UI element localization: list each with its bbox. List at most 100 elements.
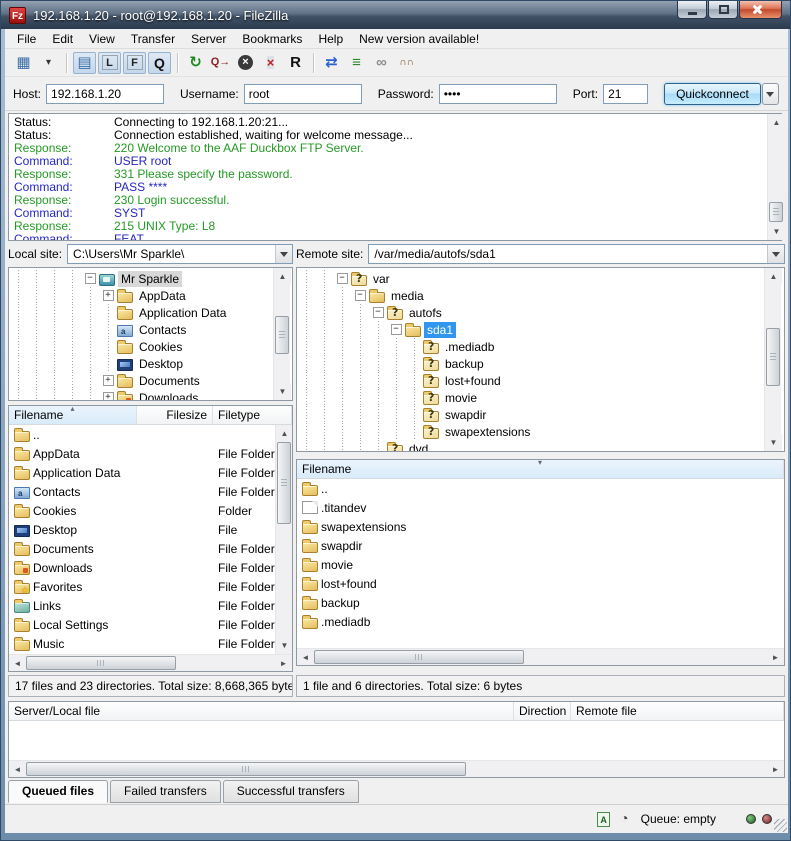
tree-item-mr-sparkle[interactable]: −Mr Sparkle [9,270,292,287]
scroll-up-icon[interactable]: ▲ [274,268,291,285]
file-row-music[interactable]: MusicFile Folder [9,634,292,653]
tree-item-desktop[interactable]: Desktop [9,355,292,372]
new-version-link[interactable]: New version available! [351,30,487,48]
tree-item-swapextensions[interactable]: swapextensions [297,423,784,440]
menu-edit[interactable]: Edit [44,30,81,48]
disconnect-button[interactable]: × [259,52,282,74]
column-header-server-local-file[interactable]: Server/Local file [9,702,514,720]
tree-item-documents[interactable]: +Documents [9,372,292,389]
queue-hscrollbar[interactable]: ◄ ► [9,760,784,777]
scroll-right-icon[interactable]: ► [275,655,292,672]
tab-failed-transfers[interactable]: Failed transfers [110,780,221,803]
expand-icon[interactable]: + [103,375,114,386]
process-queue-button[interactable]: Q→ [209,52,232,74]
column-header-direction[interactable]: Direction [514,702,571,720]
tree-item-sda1[interactable]: −sda1 [297,321,784,338]
scroll-right-icon[interactable]: ► [767,649,784,666]
maximize-button[interactable] [708,1,738,19]
scroll-up-icon[interactable]: ▲ [765,268,782,285]
file-row-swapdir[interactable]: swapdir [297,536,784,555]
tree-item-application-data[interactable]: Application Data [9,304,292,321]
scrollbar-thumb[interactable] [277,442,291,524]
tree-item-movie[interactable]: movie [297,389,784,406]
tree-item-appdata[interactable]: +AppData [9,287,292,304]
scrollbar-thumb[interactable] [314,650,524,664]
column-header-remote-file[interactable]: Remote file [571,702,784,720]
menu-server[interactable]: Server [183,30,234,48]
local-tree-toggle-button[interactable]: L [98,52,121,74]
scroll-up-icon[interactable]: ▲ [768,114,785,131]
synchronized-browsing-button[interactable]: ∞ [370,52,393,74]
tab-successful-transfers[interactable]: Successful transfers [223,780,359,803]
local-tree-scrollbar[interactable]: ▲ ▼ [273,268,290,400]
quickconnect-dropdown-button[interactable] [762,83,779,105]
port-input[interactable] [603,84,648,104]
scroll-down-icon[interactable]: ▼ [276,637,293,654]
tab-queued-files[interactable]: Queued files [8,780,108,803]
tree-item-swapdir[interactable]: swapdir [297,406,784,423]
scroll-right-icon[interactable]: ► [767,761,784,778]
scrollbar-thumb[interactable] [769,202,783,222]
password-input[interactable] [439,84,557,104]
scroll-down-icon[interactable]: ▼ [274,383,291,400]
menu-help[interactable]: Help [310,30,351,48]
file-row-parent-dir[interactable]: .. [9,425,292,444]
file-row-application-data[interactable]: Application DataFile Folder [9,463,292,482]
scroll-down-icon[interactable]: ▼ [768,223,785,240]
tree-item-contacts[interactable]: Contacts [9,321,292,338]
remote-tree-scrollbar[interactable]: ▲ ▼ [764,268,781,451]
message-log-scrollbar[interactable]: ▲ ▼ [767,114,784,240]
scroll-down-icon[interactable]: ▼ [765,434,782,451]
file-row-favorites[interactable]: FavoritesFile Folder [9,577,292,596]
file-row-titandev[interactable]: .titandev [297,498,784,517]
minimize-button[interactable] [677,1,707,19]
site-manager-dropdown-button[interactable]: ▾ [37,52,60,74]
tree-item-media[interactable]: −media [297,287,784,304]
cancel-button[interactable]: × [234,52,257,74]
local-site-dropdown[interactable] [275,245,292,263]
collapse-icon[interactable]: − [355,290,366,301]
file-row-mediadb[interactable]: .mediadb [297,612,784,631]
close-button[interactable] [739,1,782,19]
file-row-downloads[interactable]: DownloadsFile Folder [9,558,292,577]
quickconnect-button[interactable]: Quickconnect [664,83,761,105]
file-row-documents[interactable]: DocumentsFile Folder [9,539,292,558]
column-header-filetype[interactable]: Filetype [213,406,292,424]
collapse-icon[interactable]: − [373,307,384,318]
queue-toggle-button[interactable]: Q [148,52,171,74]
tree-item-lost-found[interactable]: lost+found [297,372,784,389]
menu-view[interactable]: View [81,30,123,48]
find-files-button[interactable]: ∩∩ [395,52,418,74]
remote-site-combo[interactable]: /var/media/autofs/sda1 [368,244,785,264]
menu-transfer[interactable]: Transfer [123,30,183,48]
file-row-appdata[interactable]: AppDataFile Folder [9,444,292,463]
file-row-links[interactable]: LinksFile Folder [9,596,292,615]
file-row-desktop[interactable]: DesktopFile [9,520,292,539]
local-site-combo[interactable]: C:\Users\Mr Sparkle\ [67,244,293,264]
titlebar[interactable]: Fz 192.168.1.20 - root@192.168.1.20 - Fi… [1,1,790,29]
host-input[interactable] [46,84,164,104]
file-row-parent-dir[interactable]: .. [297,479,784,498]
file-row-contacts[interactable]: ContactsFile Folder [9,482,292,501]
scroll-left-icon[interactable]: ◄ [297,649,314,666]
tree-item-dvd[interactable]: dvd [297,440,784,452]
tree-item-cookies[interactable]: Cookies [9,338,292,355]
remote-list-hscrollbar[interactable]: ◄ ► [297,648,784,665]
tree-item-downloads[interactable]: +Downloads [9,389,292,401]
scroll-left-icon[interactable]: ◄ [9,655,26,672]
file-row-backup[interactable]: backup [297,593,784,612]
menu-bookmarks[interactable]: Bookmarks [234,30,310,48]
file-row-swapextensions[interactable]: swapextensions [297,517,784,536]
refresh-button[interactable]: ↻ [184,52,207,74]
file-row-local-settings[interactable]: Local SettingsFile Folder [9,615,292,634]
scrollbar-thumb[interactable] [26,762,466,776]
resize-grip[interactable] [774,819,787,832]
local-list-hscrollbar[interactable]: ◄ ► [9,654,292,671]
column-header-filesize[interactable]: Filesize [137,406,213,424]
column-header-filename[interactable]: ▴Filename [9,406,137,424]
directory-comparison-button[interactable]: ⇄ [320,52,343,74]
message-log-toggle-button[interactable]: ▤ [73,52,96,74]
scrollbar-thumb[interactable] [766,328,780,386]
local-list-scrollbar[interactable]: ▲ ▼ [275,425,292,654]
reconnect-button[interactable]: R [284,52,307,74]
